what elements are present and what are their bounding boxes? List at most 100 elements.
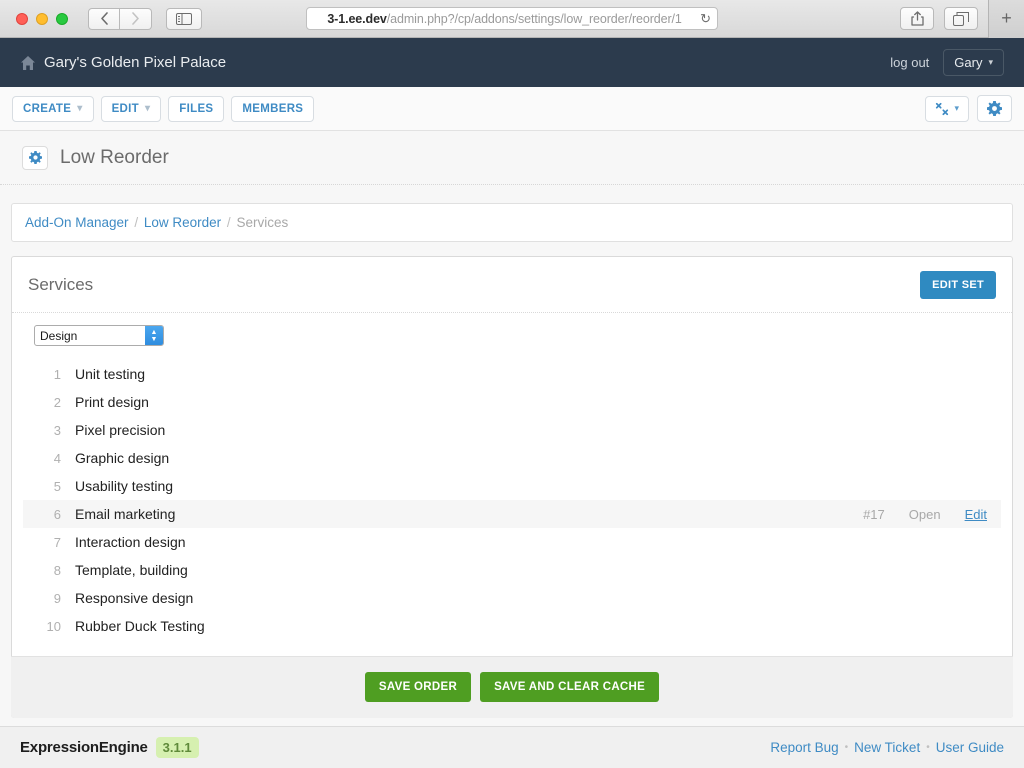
nav-files-label: FILES: [179, 102, 214, 115]
share-button[interactable]: [900, 7, 934, 30]
developer-tools-button[interactable]: ▾: [925, 95, 969, 122]
table-row[interactable]: 10 Rubber Duck Testing: [23, 612, 1001, 640]
row-number: 5: [53, 478, 61, 494]
user-guide-link[interactable]: User Guide: [936, 740, 1004, 755]
page-wrapper: Gary's Golden Pixel Palace log out Gary …: [0, 38, 1024, 768]
panel-title: Services: [28, 275, 94, 294]
row-label: Template, building: [75, 562, 188, 578]
row-number: 4: [53, 450, 61, 466]
table-row[interactable]: 8 Template, building: [23, 556, 1001, 584]
show-all-tabs-icon: [953, 11, 969, 26]
table-row[interactable]: 6 Email marketing #17 Open Edit: [23, 500, 1001, 528]
breadcrumb-item-services: Services: [236, 215, 289, 230]
row-number: 1: [53, 366, 61, 382]
chevron-down-icon: ▾: [144, 103, 151, 114]
table-row[interactable]: 4 Graphic design: [23, 444, 1001, 472]
nav-files-button[interactable]: FILES: [168, 95, 225, 122]
row-number: 6: [53, 506, 61, 522]
version-badge: 3.1.1: [155, 737, 199, 758]
gear-icon: [28, 151, 42, 164]
row-label: Interaction design: [75, 534, 186, 550]
logout-link[interactable]: log out: [890, 55, 929, 70]
page-title-bar: Low Reorder: [0, 131, 1024, 185]
header-actions: log out Gary ▾: [890, 49, 1004, 76]
main-content: Add-On Manager / Low Reorder / Services …: [0, 185, 1024, 718]
row-meta: #17 Open Edit: [863, 507, 987, 522]
row-number: 8: [53, 562, 61, 578]
breadcrumb-item-low-reorder[interactable]: Low Reorder: [144, 215, 221, 230]
minimize-window-button[interactable]: [36, 12, 48, 25]
row-label: Graphic design: [75, 450, 170, 466]
page-icon-button[interactable]: [22, 145, 48, 170]
save-and-clear-cache-button[interactable]: SAVE AND CLEAR CACHE: [480, 672, 660, 702]
nav-create-button[interactable]: CREATE ▾: [12, 95, 94, 122]
panel-header: Services EDIT SET: [12, 257, 1012, 313]
forward-button[interactable]: [120, 7, 152, 30]
services-panel: Services EDIT SET Design ▲ ▼ 1 Unit testi…: [11, 256, 1013, 718]
nav-create-label: CREATE: [23, 102, 72, 115]
nav-edit-label: EDIT: [111, 102, 139, 115]
chevron-down-icon: ▾: [954, 103, 959, 113]
footer-links: Report Bug • New Ticket • User Guide: [770, 740, 1004, 755]
wrench-icon: [936, 102, 949, 115]
navigation-buttons[interactable]: [88, 7, 152, 30]
new-ticket-link[interactable]: New Ticket: [854, 740, 920, 755]
chevron-down-icon: ▾: [988, 57, 993, 67]
reload-icon[interactable]: ↻: [700, 11, 711, 27]
reorder-list[interactable]: 1 Unit testing 2 Print design 3 Pixel pr…: [23, 360, 1001, 640]
toolbar-right-actions: ▾: [925, 95, 1012, 122]
close-window-button[interactable]: [16, 12, 28, 25]
nav-edit-button[interactable]: EDIT ▾: [100, 95, 162, 122]
window-controls[interactable]: [16, 12, 68, 25]
table-row[interactable]: 3 Pixel precision: [23, 416, 1001, 444]
address-bar[interactable]: ⓘ 3-1.ee.dev/admin.php?/cp/addons/settin…: [306, 7, 718, 30]
row-label: Unit testing: [75, 366, 146, 382]
new-tab-label: +: [1001, 8, 1012, 28]
nav-members-label: MEMBERS: [242, 102, 304, 115]
chevron-right-icon: [132, 12, 139, 25]
page-title: Low Reorder: [60, 146, 169, 168]
save-order-button[interactable]: SAVE ORDER: [364, 672, 472, 702]
browser-chrome: ⓘ 3-1.ee.dev/admin.php?/cp/addons/settin…: [0, 0, 1024, 38]
row-label: Responsive design: [75, 590, 194, 606]
panel-body: Design ▲ ▼ 1 Unit testing 2 Print design…: [12, 313, 1012, 644]
table-row[interactable]: 5 Usability testing: [23, 472, 1001, 500]
table-row[interactable]: 2 Print design: [23, 388, 1001, 416]
site-title: Gary's Golden Pixel Palace: [44, 54, 227, 71]
user-menu-button[interactable]: Gary ▾: [943, 49, 1004, 76]
app-footer: ExpressionEngine 3.1.1 Report Bug • New …: [0, 726, 1024, 768]
sidebar-toggle-button[interactable]: [166, 7, 202, 30]
footer-brand: ExpressionEngine: [20, 739, 148, 756]
show-all-tabs-button[interactable]: [944, 7, 978, 30]
group-select[interactable]: Design: [34, 325, 164, 346]
nav-members-button[interactable]: MEMBERS: [231, 95, 315, 122]
group-select-wrapper[interactable]: Design ▲ ▼: [34, 325, 164, 346]
panel-footer: SAVE ORDER SAVE AND CLEAR CACHE: [11, 656, 1013, 718]
report-bug-link[interactable]: Report Bug: [770, 740, 838, 755]
url-text: 3-1.ee.dev/admin.php?/cp/addons/settings…: [327, 11, 682, 26]
breadcrumb-separator: /: [134, 215, 139, 230]
user-menu-label: Gary: [954, 55, 983, 70]
row-label: Rubber Duck Testing: [75, 618, 205, 634]
app-header: Gary's Golden Pixel Palace log out Gary …: [0, 38, 1024, 87]
row-number: 7: [53, 534, 61, 550]
row-number: 9: [53, 590, 61, 606]
main-toolbar: CREATE ▾ EDIT ▾ FILES MEMBERS ▾: [0, 87, 1024, 131]
back-button[interactable]: [88, 7, 120, 30]
settings-button[interactable]: [977, 95, 1012, 122]
row-edit-link[interactable]: Edit: [965, 507, 987, 522]
row-number: 3: [53, 422, 61, 438]
new-tab-button[interactable]: +: [988, 0, 1024, 38]
row-label: Email marketing: [75, 506, 176, 522]
row-number: 2: [53, 394, 61, 410]
breadcrumb-item-addon-manager[interactable]: Add-On Manager: [25, 215, 129, 230]
table-row[interactable]: 7 Interaction design: [23, 528, 1001, 556]
maximize-window-button[interactable]: [56, 12, 68, 25]
row-number: 10: [46, 618, 61, 634]
table-row[interactable]: 1 Unit testing: [23, 360, 1001, 388]
home-icon[interactable]: [20, 55, 36, 71]
edit-set-button[interactable]: EDIT SET: [920, 271, 996, 299]
chevron-left-icon: [100, 12, 108, 25]
browser-right-controls: +: [900, 0, 1024, 38]
table-row[interactable]: 9 Responsive design: [23, 584, 1001, 612]
